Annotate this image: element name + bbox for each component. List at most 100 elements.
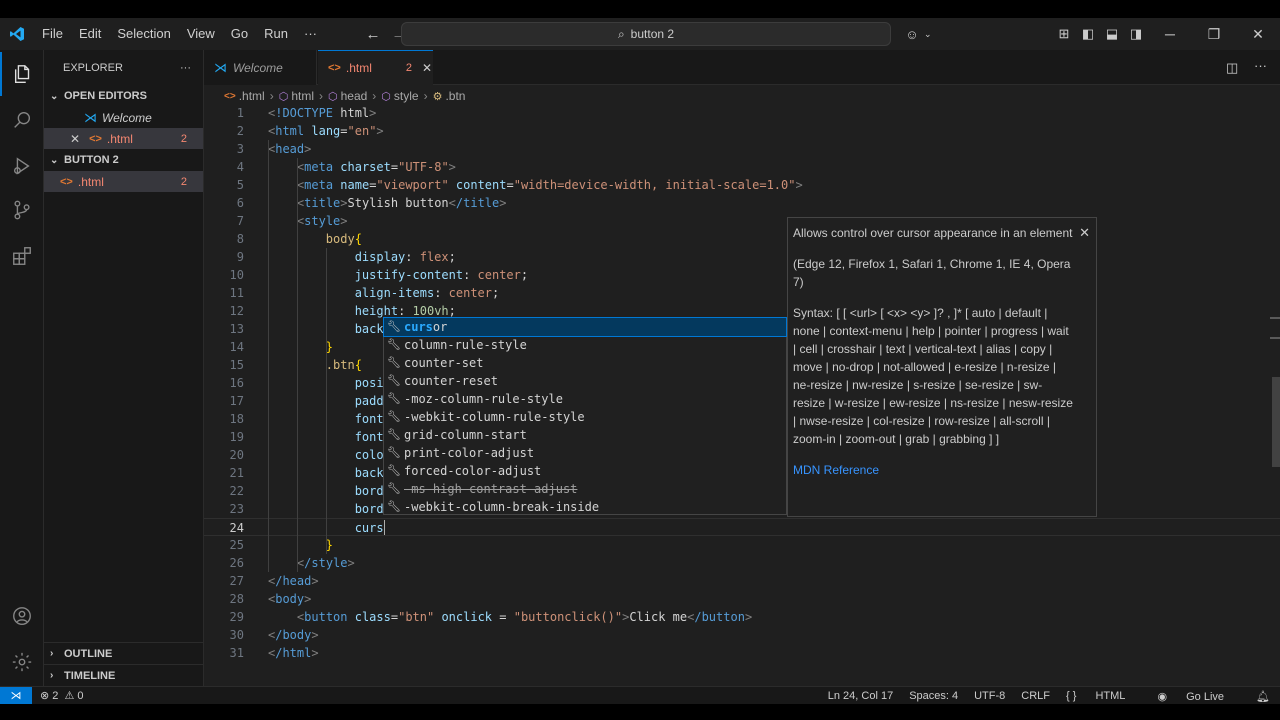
breadcrumb-item[interactable]: head [341, 89, 368, 103]
open-editors-section[interactable]: ⌄ OPEN EDITORS [44, 85, 203, 107]
manage-gear-icon[interactable] [0, 640, 44, 684]
code-line[interactable]: 1 <!DOCTYPE html> [204, 104, 1280, 122]
end-of-line[interactable]: CRLF [1021, 690, 1050, 702]
language-mode[interactable]: { } HTML [1066, 690, 1141, 702]
code-line[interactable]: 5 <meta name="viewport" content="width=d… [204, 176, 1280, 194]
code-line[interactable]: 9 display: flex; [204, 248, 1280, 266]
code-line[interactable]: 25 } [204, 536, 1280, 554]
split-editor-icon[interactable]: ◫ [1226, 60, 1238, 76]
customize-layout-icon[interactable]: ⊞ [1052, 26, 1076, 42]
suggestion-item[interactable]: 🔧︎ counter-reset [384, 372, 786, 390]
suggestion-item[interactable]: 🔧︎ -webkit-column-break-inside [384, 498, 786, 516]
open-editor-html[interactable]: ✕ <> .html 2 [44, 128, 203, 149]
line-number: 9 [236, 250, 244, 264]
cursor-position[interactable]: Ln 24, Col 17 [828, 690, 893, 702]
chevron-right-icon: › [423, 89, 428, 103]
code-line[interactable]: 26 </style> [204, 554, 1280, 572]
chevron-down-icon[interactable]: ⌄ [924, 29, 932, 40]
go-live-button[interactable]: ◉ Go Live [1157, 690, 1240, 703]
folder-section[interactable]: ⌄ BUTTON 2 [44, 149, 203, 171]
breadcrumb-item[interactable]: .html [239, 89, 265, 103]
line-number: 17 [229, 394, 244, 408]
code-text: <meta name="viewport" content="width=dev… [296, 178, 803, 192]
editor-scrollbar[interactable] [1270, 107, 1280, 686]
copilot-icon[interactable]: ☺ [900, 27, 924, 42]
suggestion-item[interactable]: 🔧︎ grid-column-start [384, 426, 786, 444]
more-actions-icon[interactable]: ··· [1254, 58, 1267, 73]
source-control-icon[interactable] [0, 188, 44, 232]
menu-edit[interactable]: Edit [71, 18, 109, 50]
menu-more[interactable]: ··· [296, 18, 325, 50]
code-line[interactable]: 30 </body> [204, 626, 1280, 644]
code-line[interactable]: 31 </html> [204, 644, 1280, 662]
code-line[interactable]: 8 body{ [204, 230, 1280, 248]
breadcrumb-item[interactable]: .btn [445, 89, 465, 103]
close-window-icon[interactable]: ✕ [1236, 26, 1280, 43]
go-live-label: Go Live [1186, 690, 1225, 703]
explorer-more-icon[interactable]: ··· [180, 62, 191, 74]
code-line[interactable]: 28 <body> [204, 590, 1280, 608]
suggestion-item[interactable]: 🔧︎ print-color-adjust [384, 444, 786, 462]
timeline-section[interactable]: › TIMELINE [44, 664, 203, 686]
minimize-icon[interactable]: ─ [1148, 26, 1192, 42]
code-line[interactable]: 3 <head> [204, 140, 1280, 158]
close-icon[interactable]: ✕ [422, 61, 432, 75]
code-line[interactable]: 6 <title>Stylish button</title> [204, 194, 1280, 212]
suggestion-item[interactable]: 🔧︎ cursor [383, 317, 787, 337]
suggestion-label: print-color-adjust [404, 446, 535, 460]
menu-file[interactable]: File [34, 18, 71, 50]
extensions-icon[interactable] [0, 234, 44, 278]
toggle-primary-sidebar-icon[interactable]: ◧ [1076, 26, 1100, 42]
menu-go[interactable]: Go [223, 18, 256, 50]
open-editor-label: Welcome [102, 110, 152, 125]
bell-icon[interactable]: 🔔︎ [1256, 690, 1270, 703]
account-icon[interactable] [0, 594, 44, 638]
suggestion-item[interactable]: 🔧︎ -moz-column-rule-style [384, 390, 786, 408]
property-wrench-icon: 🔧︎ [387, 410, 401, 423]
code-line[interactable]: 10 justify-content: center; [204, 266, 1280, 284]
command-center-search[interactable]: ⌕ button 2 [401, 22, 891, 46]
code-line[interactable]: 2 <html lang="en"> [204, 122, 1280, 140]
run-debug-icon[interactable] [0, 144, 44, 188]
suggestion-item[interactable]: 🔧︎ column-rule-style [384, 336, 786, 354]
outline-section[interactable]: › OUTLINE [44, 642, 203, 664]
code-line[interactable]: 4 <meta charset="UTF-8"> [204, 158, 1280, 176]
encoding[interactable]: UTF-8 [974, 690, 1005, 702]
remote-indicator-icon[interactable]: ⋊ [0, 686, 32, 705]
indent-guide [326, 248, 327, 554]
line-number: 26 [229, 556, 244, 570]
code-line[interactable]: 24 curs [204, 518, 1280, 536]
line-number: 23 [229, 502, 244, 516]
breadcrumb-item[interactable]: style [394, 89, 419, 103]
suggestion-item[interactable]: 🔧︎ counter-set [384, 354, 786, 372]
close-icon[interactable]: ✕ [1079, 224, 1090, 242]
toggle-panel-icon[interactable]: ⬓ [1100, 26, 1124, 42]
problems-indicator[interactable]: ⊗ 2 ⚠ 0 [40, 689, 84, 702]
video-frame-top [0, 0, 1280, 18]
breadcrumb-item[interactable]: html [291, 89, 314, 103]
files-icon[interactable] [0, 52, 44, 96]
suggestion-item[interactable]: 🔧︎ -webkit-column-rule-style [384, 408, 786, 426]
mdn-reference-link[interactable]: MDN Reference [793, 463, 879, 477]
html-file-icon: <> [224, 90, 236, 102]
restore-icon[interactable]: ❐ [1192, 26, 1236, 43]
code-line[interactable]: 11 align-items: center; [204, 284, 1280, 302]
code-line[interactable]: 29 <button class="btn" onclick = "button… [204, 608, 1280, 626]
menu-selection[interactable]: Selection [109, 18, 178, 50]
back-arrow-icon[interactable]: ← [361, 26, 385, 43]
suggestion-item[interactable]: 🔧︎ -ms-high-contrast-adjust [384, 480, 786, 498]
toggle-secondary-sidebar-icon[interactable]: ◨ [1124, 26, 1148, 42]
close-icon[interactable]: ✕ [70, 132, 80, 146]
code-line[interactable]: 27 </head> [204, 572, 1280, 590]
open-editor-welcome[interactable]: ⋊ Welcome [44, 107, 203, 128]
menu-run[interactable]: Run [256, 18, 296, 50]
code-line[interactable]: 7 <style> [204, 212, 1280, 230]
tab-welcome[interactable]: ⋊ Welcome [204, 50, 317, 85]
suggestion-item[interactable]: 🔧︎ forced-color-adjust [384, 462, 786, 480]
menu-view[interactable]: View [179, 18, 223, 50]
scroll-thumb[interactable] [1272, 377, 1280, 467]
search-icon[interactable] [0, 98, 44, 142]
tab-html[interactable]: <> .html 2 ✕ [318, 50, 433, 85]
indentation[interactable]: Spaces: 4 [909, 690, 958, 702]
file-html[interactable]: <> .html 2 [44, 171, 203, 192]
